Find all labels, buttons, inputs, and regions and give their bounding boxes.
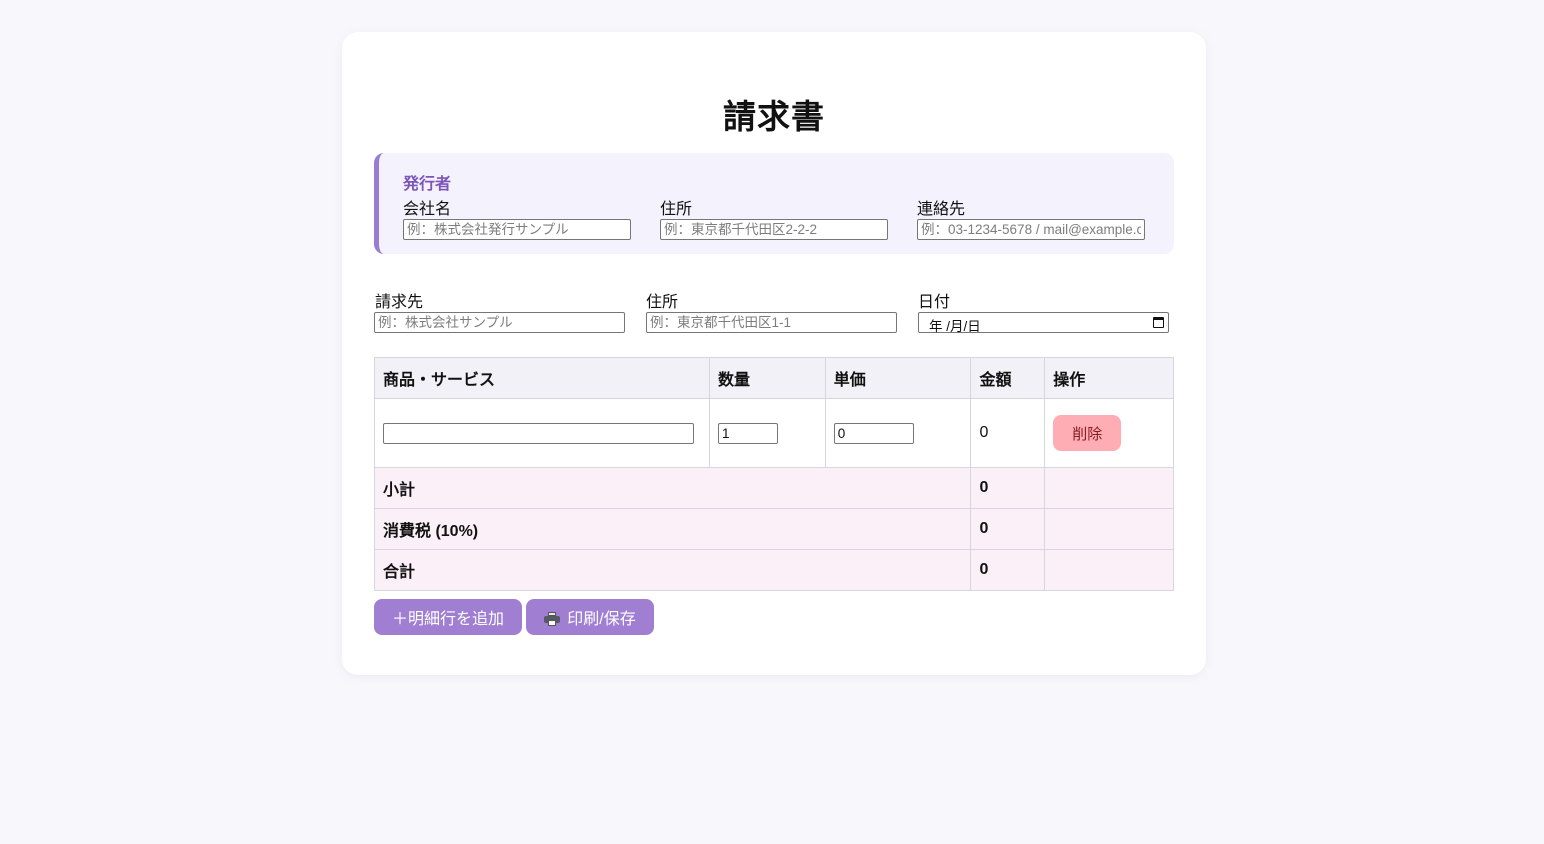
total-value: 0 <box>970 549 1046 591</box>
date-input[interactable]: 年 /月/日 <box>918 312 1169 334</box>
issuer-company-label: 会社名 <box>403 201 452 218</box>
calendar-icon[interactable] <box>1153 317 1164 328</box>
client-name-input[interactable] <box>374 312 625 333</box>
subtotal-label: 小計 <box>373 467 972 509</box>
tax-row: 消費税 (10%) 0 <box>373 508 1174 550</box>
table-row: 0 削除 <box>374 398 1174 468</box>
item-cell <box>374 398 710 468</box>
total-label: 合計 <box>373 549 972 591</box>
issuer-address-input[interactable] <box>660 219 888 240</box>
issuer-contact-label: 連絡先 <box>917 201 966 218</box>
subtotal-row: 小計 0 <box>373 467 1174 509</box>
tax-label: 消費税 (10%) <box>373 508 972 550</box>
print-button-label: 印刷/保存 <box>567 611 636 628</box>
subtotal-empty-cell <box>1044 467 1174 509</box>
subtotal-value: 0 <box>970 467 1046 509</box>
unit-price-input[interactable] <box>833 422 914 444</box>
tax-empty-cell <box>1044 508 1174 550</box>
issuer-address-label: 住所 <box>660 201 693 218</box>
issuer-company-input[interactable] <box>403 219 631 240</box>
header-qty: 数量 <box>708 357 826 399</box>
date-placeholder: 年 /月/日 <box>929 319 981 334</box>
item-name-input[interactable] <box>383 422 694 444</box>
print-button[interactable]: 印刷/保存 <box>526 599 654 635</box>
action-cell: 削除 <box>1044 398 1174 468</box>
invoice-card: 請求書 発行者 会社名 住所 連絡先 請求先 住所 日付 年 /月/日 商品・サ… <box>342 32 1206 675</box>
total-empty-cell <box>1044 549 1174 591</box>
page-title: 請求書 <box>723 98 825 135</box>
total-row: 合計 0 <box>373 549 1174 591</box>
header-action: 操作 <box>1044 357 1174 399</box>
header-amount: 金額 <box>970 357 1046 399</box>
items-table: 商品・サービス 数量 単価 金額 操作 0 削除 <box>373 357 1174 591</box>
client-address-input[interactable] <box>646 312 897 333</box>
date-label: 日付 <box>918 294 951 311</box>
issuer-heading: 発行者 <box>403 176 452 193</box>
issuer-section: 発行者 会社名 住所 連絡先 <box>374 153 1174 254</box>
tax-value: 0 <box>970 508 1046 550</box>
amount-cell: 0 <box>970 398 1046 468</box>
add-row-button[interactable]: ＋明細行を追加 <box>374 599 522 635</box>
price-cell <box>824 398 972 468</box>
header-price: 単価 <box>824 357 972 399</box>
header-item: 商品・サービス <box>374 357 710 399</box>
qty-cell <box>708 398 826 468</box>
printer-icon <box>544 612 561 626</box>
quantity-input[interactable] <box>717 422 778 444</box>
delete-row-button[interactable]: 削除 <box>1053 415 1122 451</box>
table-header-row: 商品・サービス 数量 単価 金額 操作 <box>374 357 1174 399</box>
issuer-contact-input[interactable] <box>917 219 1145 240</box>
client-name-label: 請求先 <box>375 294 424 311</box>
client-address-label: 住所 <box>646 294 679 311</box>
